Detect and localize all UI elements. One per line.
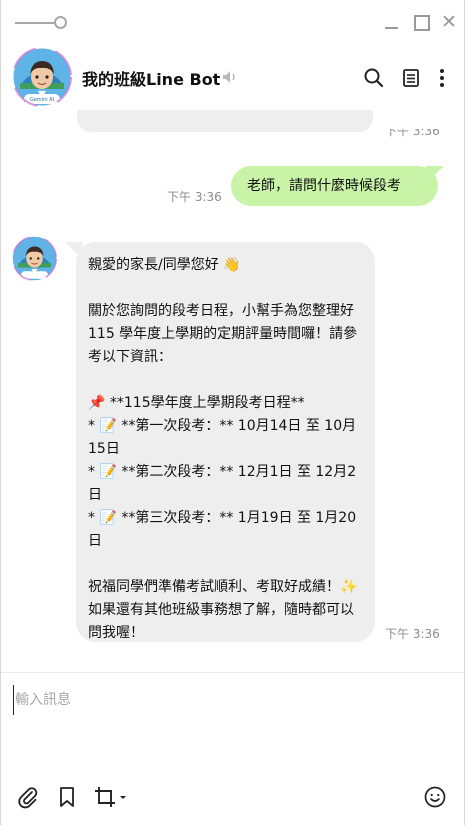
more-vertical-icon[interactable] (431, 67, 453, 89)
previous-message-bubble (77, 110, 373, 132)
bot-line: 關於您詢問的段考日程，小幫手為您整理好 115 學年度上學期的定期評量時間囉！請… (88, 303, 359, 365)
minimize-button[interactable] (382, 12, 402, 32)
avatar[interactable]: Gemini AI (12, 47, 72, 107)
bot-line: * 📝 **第三次段考：** 1月19日 至 1月20日 (88, 510, 357, 549)
my-message-text: 老師，請問什麼時候段考 (247, 178, 401, 194)
close-button[interactable]: ✕ (439, 12, 459, 32)
bot-line: 📌 **115學年度上學期段考日程** (88, 395, 305, 411)
crop-icon[interactable] (93, 785, 126, 809)
my-message-time: 下午 3:36 (167, 190, 222, 204)
bot-line: 祝福同學們準備考試順利、考取好成績！✨ 如果還有其他班級事務想了解，隨時都可以問… (88, 579, 362, 641)
avatar-badge-text: Gemini AI (30, 97, 54, 103)
chat-title: 我的班級Line Bot (82, 70, 221, 89)
bot-message-bubble[interactable]: 親愛的家長/同學您好 👋 關於您詢問的段考日程，小幫手為您整理好 115 學年度… (76, 242, 375, 642)
notes-icon[interactable] (400, 67, 422, 89)
bot-line: * 📝 **第二次段考：** 12月1日 至 12月2日 (88, 464, 357, 503)
speaker-muted-icon (221, 68, 239, 86)
title-bar: ✕ (1, 0, 464, 44)
maximize-button[interactable] (411, 12, 431, 32)
my-message-bubble[interactable]: 老師，請問什麼時候段考 (231, 166, 438, 206)
chat-header: Gemini AI 我的班級Line Bot (1, 44, 464, 110)
composer (1, 673, 464, 773)
bot-line: * 📝 **第一次段考：** 10月14日 至 10月15日 (88, 418, 357, 457)
smiley-icon[interactable] (423, 785, 447, 809)
bot-message-time: 下午 3:36 (385, 627, 440, 641)
bookmark-icon[interactable] (55, 785, 79, 809)
pin-knob[interactable] (54, 16, 67, 29)
bot-line (88, 277, 363, 300)
pin-track (15, 22, 55, 24)
message-input[interactable] (13, 685, 453, 715)
bot-line (88, 553, 363, 576)
bot-line: 親愛的家長/同學您好 👋 (88, 257, 241, 273)
bot-line (88, 369, 363, 392)
previous-message-time: 下午 3:36 (385, 124, 440, 138)
paperclip-icon[interactable] (16, 785, 40, 809)
bot-avatar[interactable] (12, 236, 57, 281)
search-icon[interactable] (363, 67, 385, 89)
chat-window: ✕ Gemini AI 我的班級Line Bot 下午 3:36 下午 3:36… (0, 0, 465, 825)
message-list[interactable]: 下午 3:36 下午 3:36 老師，請問什麼時候段考 親愛的家長/同學您好 👋… (1, 110, 464, 670)
